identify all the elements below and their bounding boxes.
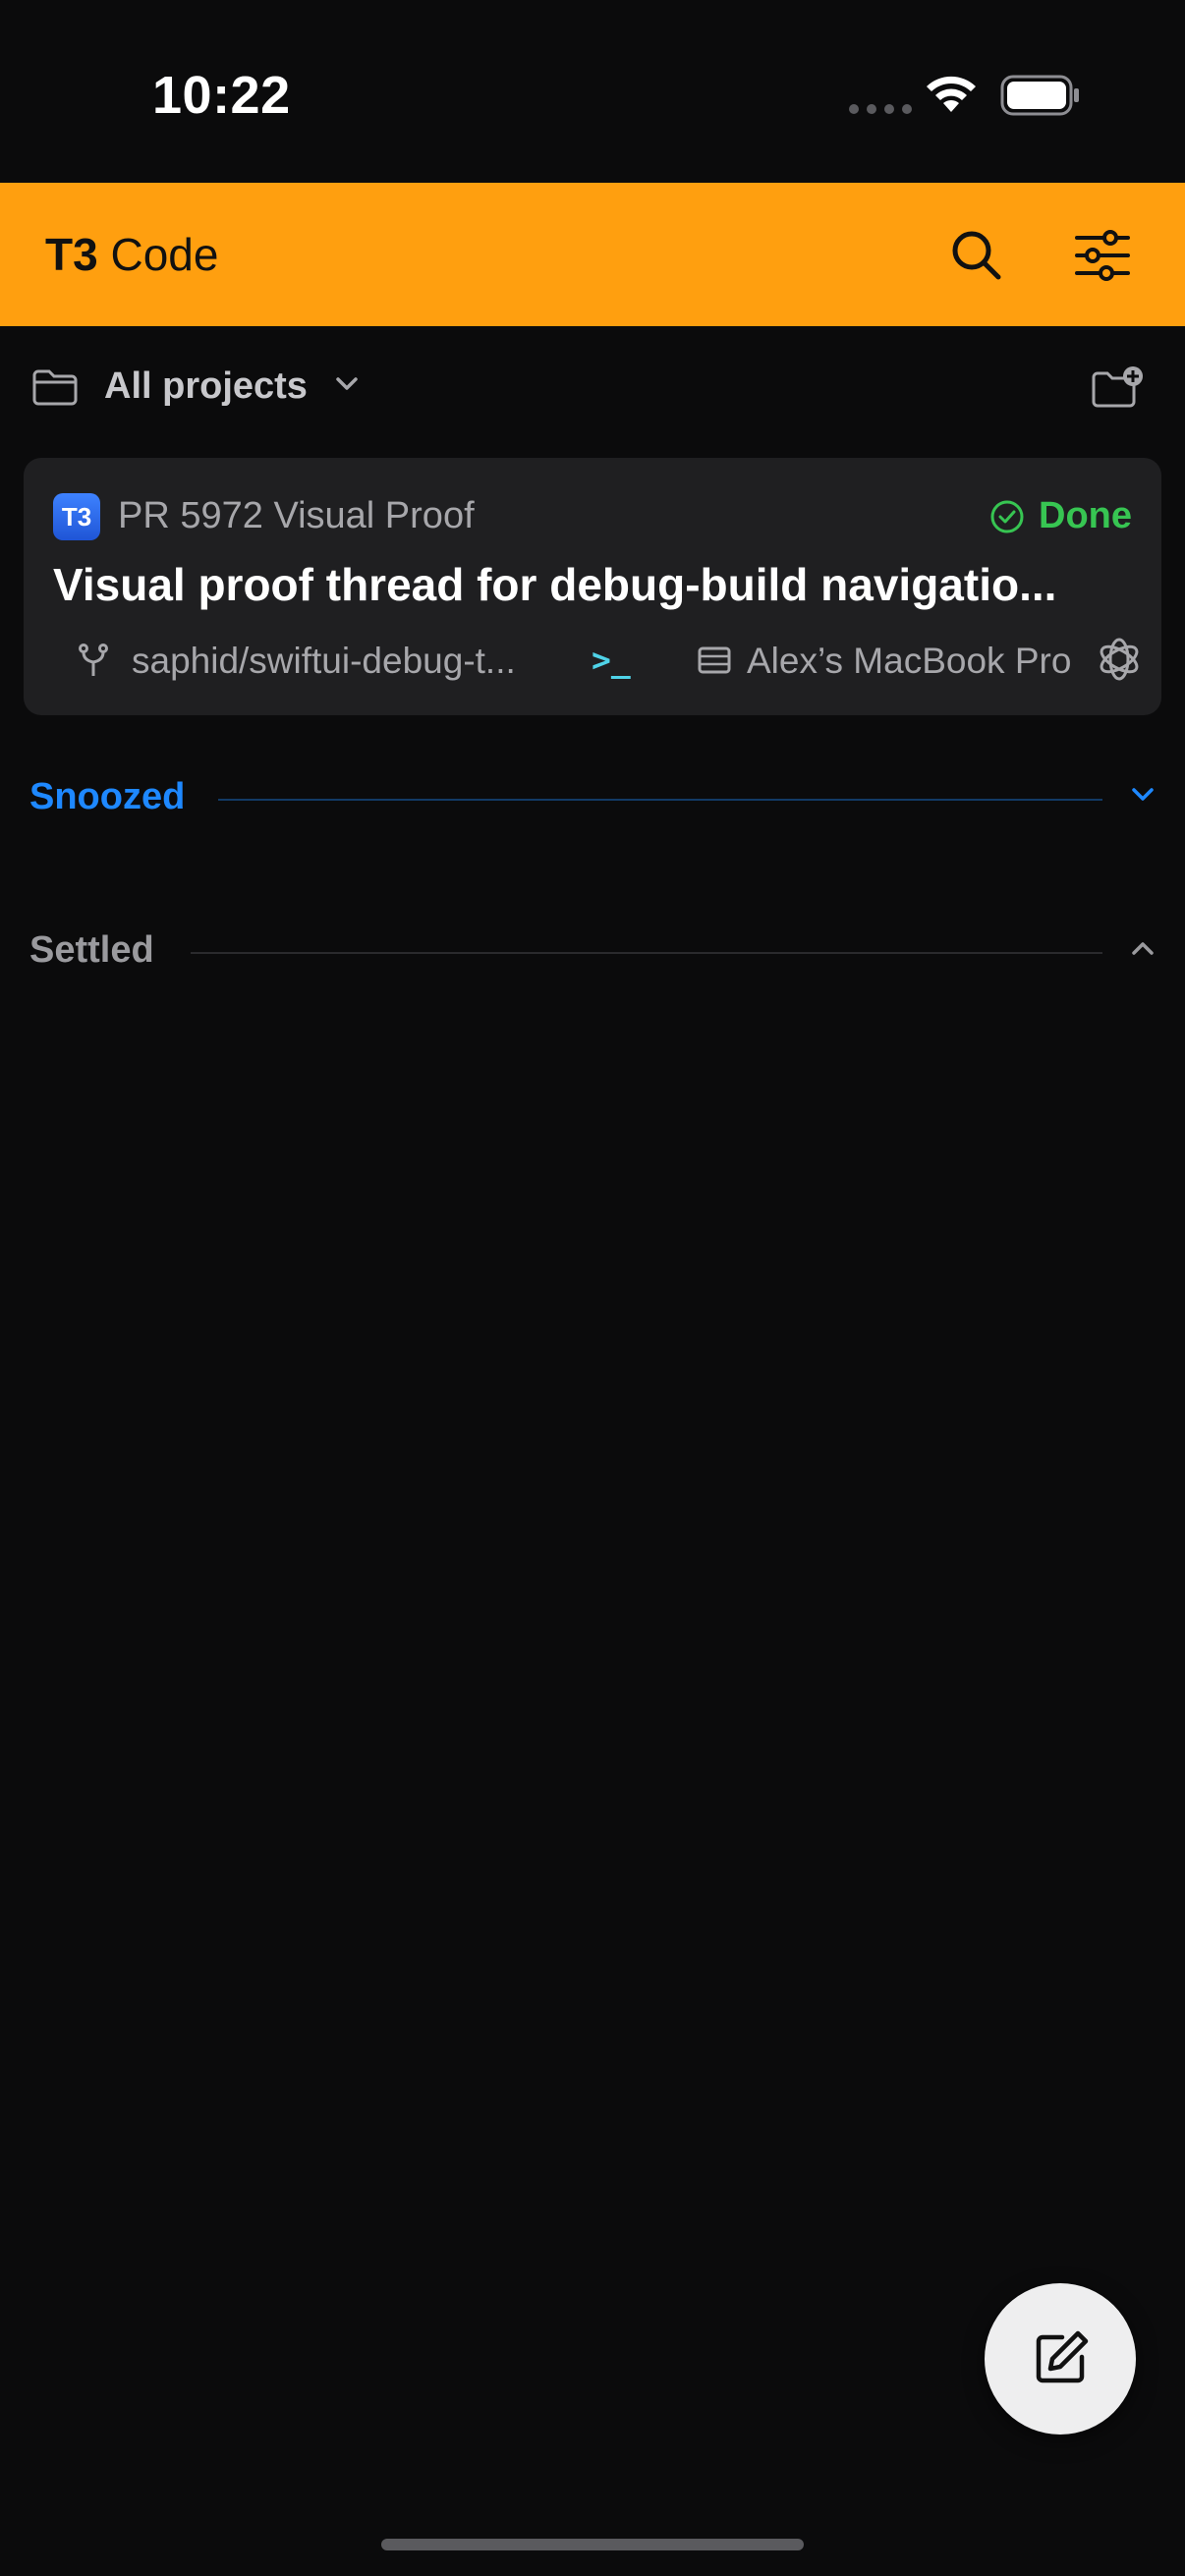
thread-meta: saphid/swiftui-debug-t... >_ Alex’s MacB… [53, 633, 1144, 688]
app-title-rest: Code [97, 229, 219, 280]
chevron-up-icon[interactable] [1130, 939, 1156, 957]
section-divider [218, 799, 1102, 801]
section-snoozed-label: Snoozed [29, 776, 186, 817]
home-indicator[interactable] [381, 2539, 804, 2550]
app-header: T3 Code [0, 183, 1185, 326]
folder-icon [32, 369, 78, 406]
app-title: T3 Code [45, 228, 218, 281]
battery-icon [1000, 75, 1079, 116]
compose-button[interactable] [985, 2283, 1136, 2435]
server-icon [698, 646, 731, 674]
chevron-down-icon[interactable] [1130, 786, 1156, 804]
section-divider [191, 952, 1102, 954]
status-badge: Done [989, 495, 1132, 537]
app-title-bold: T3 [45, 229, 98, 280]
project-selector[interactable]: All projects [104, 365, 308, 408]
new-folder-icon[interactable] [1091, 365, 1146, 411]
project-bar: All projects [0, 326, 1185, 448]
wifi-icon [927, 76, 976, 112]
terminal-icon[interactable]: >_ [592, 641, 631, 679]
chevron-down-icon[interactable] [334, 375, 360, 393]
status-text: Done [1039, 495, 1132, 536]
thread-title: Visual proof thread for debug-build navi… [53, 559, 1057, 610]
branch-icon [79, 644, 108, 676]
cellular-signal-icon [849, 104, 912, 114]
machine-name: Alex’s MacBook Pro [747, 641, 1072, 681]
status-time: 10:22 [152, 66, 291, 125]
section-settled[interactable]: Settled [0, 924, 1185, 982]
check-circle-icon [990, 500, 1024, 532]
branch-name: saphid/swiftui-debug-t... [132, 641, 516, 681]
thread-card[interactable]: T3 PR 5972 Visual Proof Done Visual proo… [24, 458, 1161, 715]
openai-icon [1100, 638, 1139, 681]
section-settled-label: Settled [29, 929, 154, 971]
search-icon[interactable] [947, 226, 1006, 285]
compose-icon [1036, 2330, 1089, 2383]
filter-icon[interactable] [1073, 230, 1132, 281]
thread-project-name: PR 5972 Visual Proof [118, 495, 475, 536]
screen: 10:22 T3 Code All projects T3 PR 5972 Vi… [0, 0, 1185, 2576]
project-badge: T3 [53, 493, 100, 540]
status-bar: 10:22 [0, 0, 1185, 183]
section-snoozed[interactable]: Snoozed [0, 770, 1185, 829]
